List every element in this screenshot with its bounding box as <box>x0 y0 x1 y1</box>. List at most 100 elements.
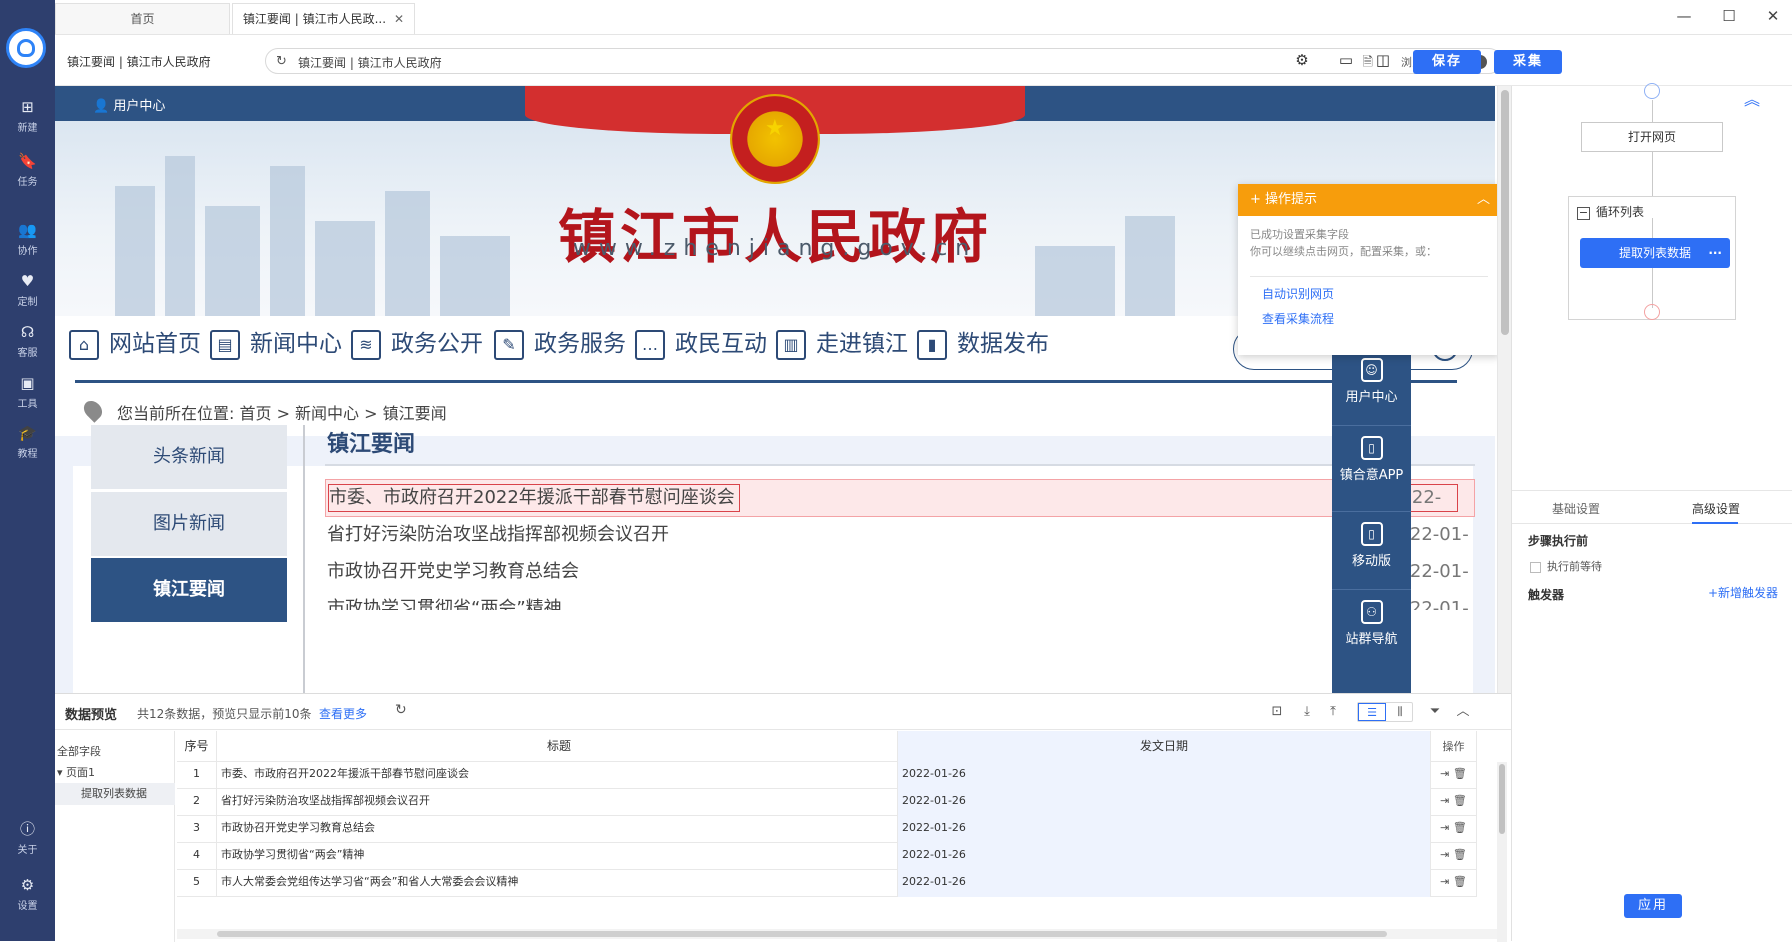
rail-item-tasks[interactable]: 🔖 任务 <box>0 152 55 188</box>
tab-home[interactable]: 首页 <box>55 3 230 34</box>
edit-icon[interactable]: ⇥ <box>1440 821 1449 834</box>
float-mobile[interactable]: ▯ 移动版 <box>1332 512 1411 590</box>
refresh-icon[interactable]: ↻ <box>395 702 407 718</box>
column-view-icon[interactable]: ⫼ <box>1386 703 1414 721</box>
add-field-icon[interactable]: ⊡ <box>1267 702 1287 722</box>
import-icon[interactable]: ⤓ <box>1297 702 1317 722</box>
float-site-nav[interactable]: ⚇ 站群导航 <box>1332 590 1411 668</box>
scrollbar-thumb[interactable] <box>1501 90 1509 335</box>
close-tab-icon[interactable]: ✕ <box>394 12 404 26</box>
side-tab-photo-news[interactable]: 图片新闻 <box>91 492 287 556</box>
checkbox-icon[interactable] <box>1530 561 1541 573</box>
table-vertical-scrollbar[interactable] <box>1497 762 1507 942</box>
rail-item-new[interactable]: ⊞ 新建 <box>0 98 55 134</box>
table-row[interactable]: 5 市人大常委会党组传达学习省“两会”和省人大常委会会议精神 2022-01-2… <box>177 866 1477 897</box>
layers-icon: ≋ <box>351 329 381 360</box>
trash-icon[interactable]: 🗑 <box>1453 821 1467 834</box>
document-icon[interactable]: 🗎 <box>1363 53 1373 75</box>
edit-icon[interactable]: ⇥ <box>1440 794 1449 807</box>
news-item[interactable]: 市政协学习贯彻省“两会”精神2022-01-26 <box>325 590 1475 610</box>
trash-icon[interactable]: 🗑 <box>1453 767 1467 780</box>
news-title[interactable]: 省打好污染防治攻坚战指挥部视频会议召开 <box>327 516 669 554</box>
rail-item-about[interactable]: ⓘ 关于 <box>0 820 55 856</box>
collect-button[interactable]: 采集 <box>1494 50 1562 74</box>
tab-advanced-settings[interactable]: 高级设置 <box>1692 500 1740 517</box>
edit-icon[interactable]: ⇥ <box>1440 875 1449 888</box>
side-tab-zhenjiang-news[interactable]: 镇江要闻 <box>91 558 287 622</box>
url-input[interactable]: ↻ 镇江要闻 | 镇江市人民政府 🗎 浏览模式 <box>265 48 1502 74</box>
tree-all-fields[interactable]: 全部字段 <box>57 743 101 759</box>
filter-icon[interactable]: ⏷ <box>1425 702 1445 722</box>
flow-node-open-page[interactable]: 打开网页 <box>1581 122 1723 152</box>
apply-button[interactable]: 应用 <box>1624 894 1682 918</box>
float-label: 站群导航 <box>1345 632 1398 647</box>
close-window-button[interactable]: ✕ <box>1761 4 1785 28</box>
edit-icon[interactable]: ⇥ <box>1440 767 1449 780</box>
news-item[interactable]: 市政协召开党史学习教育总结会2022-01-26 <box>325 553 1475 620</box>
news-title[interactable]: 市政协学习贯彻省“两会”精神 <box>327 590 562 610</box>
float-app[interactable]: ▯ 镇合意APP <box>1332 426 1411 512</box>
trash-icon[interactable]: 🗑 <box>1453 875 1467 888</box>
rail-item-tutorial[interactable]: 🎓 教程 <box>0 424 55 460</box>
collapse-panel-icon[interactable]: ︿ <box>1453 702 1473 722</box>
nav-news[interactable]: ▤ 新闻中心 <box>210 328 342 360</box>
nav-home[interactable]: ⌂ 网站首页 <box>69 328 201 360</box>
data-count-text: 共12条数据，预览只显示前10条 <box>137 707 312 721</box>
nav-data[interactable]: ▮ 数据发布 <box>917 328 1049 360</box>
reload-icon[interactable]: ↻ <box>276 54 287 69</box>
add-trigger-link[interactable]: +新增触发器 <box>1708 584 1778 601</box>
document-edit-icon: ✎ <box>494 329 524 360</box>
more-icon[interactable]: ··· <box>1708 238 1722 268</box>
auto-detect-link[interactable]: 自动识别网页 <box>1262 285 1476 302</box>
nav-interaction[interactable]: … 政民互动 <box>635 328 767 360</box>
view-more-link[interactable]: 查看更多 <box>319 705 367 722</box>
save-button[interactable]: 保存 <box>1413 50 1481 74</box>
wait-before-checkbox[interactable]: 执行前等待 <box>1530 558 1602 574</box>
phone-icon: ▯ <box>1360 436 1383 460</box>
nav-about-city[interactable]: ▥ 走进镇江 <box>776 328 908 360</box>
maximize-button[interactable]: ☐ <box>1717 4 1741 28</box>
user-center-link[interactable]: 👤 用户中心 <box>93 95 165 114</box>
cell-date[interactable]: 2022-01-26 <box>898 866 1431 897</box>
tab-basic-settings[interactable]: 基础设置 <box>1552 500 1600 517</box>
tips-popup: + 操作提示 ︿ 已成功设置采集字段 你可以继续点击网页，配置采集，或： 自动识别… <box>1238 184 1497 355</box>
trash-icon[interactable]: 🗑 <box>1453 794 1467 807</box>
edit-icon[interactable]: ⇥ <box>1440 848 1449 861</box>
scrollbar-thumb[interactable] <box>1499 764 1505 834</box>
tab-current[interactable]: 镇江要闻 | 镇江市人民政... ✕ <box>232 3 415 34</box>
news-item[interactable]: 省打好污染防治攻坚战指挥部视频会议召开2022-01-26 <box>325 516 1475 583</box>
collapse-flow-icon[interactable]: ︽ <box>1744 86 1760 110</box>
nav-gov-affairs[interactable]: ≋ 政务公开 <box>351 328 483 360</box>
news-title[interactable]: 市政协召开党史学习教育总结会 <box>327 553 579 591</box>
rail-item-tools[interactable]: ▣ 工具 <box>0 374 55 410</box>
minimize-button[interactable]: — <box>1672 4 1696 28</box>
news-title[interactable]: 市委、市政府召开2022年援派干部春节慰问座谈会 <box>328 484 740 512</box>
tree-list-data[interactable]: 提取列表数据 <box>55 783 175 805</box>
rail-label: 设置 <box>17 901 38 912</box>
cell-no: 5 <box>177 866 217 897</box>
trash-icon[interactable]: 🗑 <box>1453 848 1467 861</box>
collapse-icon[interactable]: ︿ <box>1477 184 1490 216</box>
scrollbar-thumb[interactable] <box>217 931 1387 937</box>
cell-title[interactable]: 市人大常委会党组传达学习省“两会”和省人大常委会会议精神 <box>217 866 898 897</box>
rail-item-support[interactable]: ☊ 客服 <box>0 323 55 359</box>
tree-page[interactable]: ▾ 页面1 <box>57 764 95 780</box>
flow-node-extract[interactable]: 提取列表数据 ··· <box>1580 238 1730 268</box>
rail-item-custom[interactable]: ♥ 定制 <box>0 272 55 308</box>
news-item[interactable]: 市委、市政府召开2022年援派干部春节慰问座谈会2022-01-26 <box>325 479 1475 517</box>
export-icon[interactable]: ⤒ <box>1323 702 1343 722</box>
window-layout-icon[interactable]: ◫ <box>1373 50 1393 70</box>
table-horizontal-scrollbar[interactable] <box>177 929 1497 939</box>
panel-layout-icon[interactable]: ▭ <box>1336 50 1356 70</box>
settings-gear-icon[interactable]: ⚙ <box>1292 50 1312 70</box>
nav-services[interactable]: ✎ 政务服务 <box>494 328 626 360</box>
rail-item-settings[interactable]: ⚙ 设置 <box>0 876 55 912</box>
app-logo[interactable] <box>6 28 46 68</box>
side-tab-headlines[interactable]: 头条新闻 <box>91 425 287 489</box>
float-user-center[interactable]: ☺ 用户中心 <box>1332 348 1411 426</box>
collapse-loop-icon[interactable]: − <box>1577 207 1590 220</box>
view-flow-link[interactable]: 查看采集流程 <box>1262 310 1476 327</box>
rail-item-collab[interactable]: 👥 协作 <box>0 221 55 257</box>
webview-scrollbar[interactable] <box>1497 86 1511 693</box>
list-view-icon[interactable]: ☰ <box>1358 703 1386 721</box>
